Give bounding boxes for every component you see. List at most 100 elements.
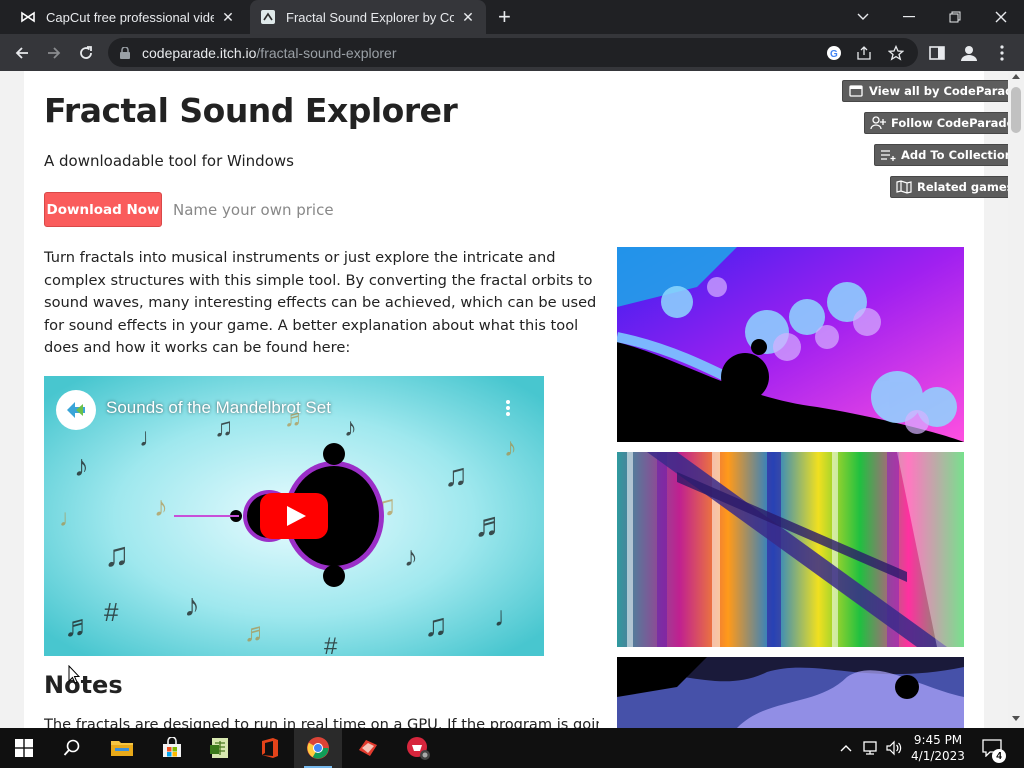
related-games-button[interactable]: Related games [890, 176, 1020, 198]
description-text: Turn fractals into musical instruments o… [44, 249, 597, 356]
restore-icon[interactable] [932, 0, 978, 34]
scroll-up-icon[interactable] [1012, 74, 1020, 79]
clock-date: 4/1/2023 [911, 749, 965, 763]
profile-icon[interactable] [957, 41, 981, 65]
svg-text:♫: ♫ [424, 607, 448, 643]
video-title[interactable]: Sounds of the Mandelbrot Set [106, 398, 331, 418]
lock-icon[interactable] [120, 46, 132, 59]
store-bag-icon [163, 737, 181, 757]
notes-text: The fractals are designed to run in real… [44, 716, 599, 728]
microsoft-store-button[interactable] [148, 728, 196, 768]
address-bar[interactable]: codeparade.itch.io/fractal-sound-explore… [108, 38, 918, 67]
system-clock[interactable]: 9:45 PM 4/1/2023 [906, 732, 970, 764]
tab-title: CapCut free professional video editor [46, 9, 214, 25]
price-label: Name your own price [173, 201, 334, 219]
side-panel-icon[interactable] [925, 41, 949, 65]
kebab-menu-icon[interactable] [990, 41, 1014, 65]
mouse-cursor-icon [68, 664, 81, 685]
notification-count-badge: 4 [992, 749, 1006, 763]
close-tab-icon[interactable]: ✕ [220, 9, 236, 26]
screenshot-2[interactable] [617, 452, 964, 647]
view-all-label: View all by CodeParade [869, 84, 1022, 98]
office-button[interactable] [246, 728, 294, 768]
svg-text:♪: ♪ [74, 450, 89, 483]
reload-icon[interactable] [72, 39, 100, 67]
capcut-app-button[interactable] [344, 728, 392, 768]
file-explorer-button[interactable] [98, 728, 146, 768]
playlist-add-icon [880, 148, 896, 162]
tab-strip: CapCut free professional video editor ✕ … [0, 0, 1024, 34]
page-viewport: Fractal Sound Explorer A downloadable to… [0, 71, 1024, 728]
recording-app-button[interactable] [394, 728, 442, 768]
search-icon [63, 739, 80, 756]
browser-toolbar: codeparade.itch.io/fractal-sound-explore… [0, 34, 1024, 71]
tab-title: Fractal Sound Explorer by CodeParade [286, 9, 454, 25]
svg-text:♪: ♪ [504, 432, 517, 462]
back-icon[interactable] [8, 39, 36, 67]
new-tab-icon[interactable]: + [498, 6, 511, 28]
page-scrollbar[interactable] [1008, 71, 1024, 728]
add-to-collection-button[interactable]: Add To Collection [874, 144, 1019, 166]
share-icon[interactable] [854, 43, 874, 63]
chrome-icon [307, 737, 329, 759]
scroll-down-icon[interactable] [1012, 716, 1020, 721]
svg-text:♬: ♬ [474, 506, 508, 544]
search-button[interactable] [48, 728, 96, 768]
screenshot-1[interactable] [617, 247, 964, 442]
page-right-gutter [984, 71, 1008, 728]
video-embed[interactable]: ♪ ♫ ♬ ♩ ♪ ♫ ♬ ♪ ♫ ♩ # # ♪ ♫ ♪ ♬ ♫ ♩ ♪ ♬ … [44, 376, 544, 656]
tab-capcut[interactable]: CapCut free professional video editor ✕ [10, 0, 246, 34]
svg-text:♪: ♪ [154, 491, 168, 522]
bookmark-star-icon[interactable] [886, 43, 906, 63]
svg-text:#: # [104, 597, 119, 627]
url-text: codeparade.itch.io/fractal-sound-explore… [142, 44, 397, 61]
tab-search-chevron-icon[interactable] [840, 0, 886, 34]
volume-icon[interactable] [884, 738, 904, 758]
play-icon[interactable] [260, 493, 328, 539]
related-games-label: Related games [917, 180, 1014, 194]
svg-text:♪: ♪ [184, 587, 200, 623]
video-menu-icon[interactable] [502, 398, 514, 418]
svg-text:♫: ♫ [104, 536, 130, 574]
folder-icon [111, 741, 133, 756]
notes-heading: Notes [44, 671, 123, 699]
channel-logo-icon[interactable] [56, 390, 96, 430]
svg-text:♩: ♩ [139, 422, 165, 452]
download-button[interactable]: Download Now [44, 192, 162, 227]
page-subtitle: A downloadable tool for Windows [44, 152, 294, 170]
recorder-icon [407, 737, 430, 760]
itchio-icon [260, 9, 276, 25]
clock-time: 9:45 PM [913, 733, 963, 747]
svg-text:♪: ♪ [404, 541, 418, 572]
excel-like-app-button[interactable] [196, 728, 244, 768]
capcut-app-icon [359, 740, 377, 756]
page-left-gutter [0, 71, 24, 728]
google-icon[interactable]: G [824, 43, 844, 63]
svg-text:♬: ♬ [244, 617, 270, 647]
follow-label: Follow CodeParade [891, 116, 1015, 130]
office-icon [262, 738, 278, 758]
spreadsheet-icon [210, 738, 228, 758]
minimize-icon[interactable] [886, 0, 932, 34]
chrome-button[interactable] [294, 728, 342, 768]
view-all-button[interactable]: View all by CodeParade [842, 80, 1024, 102]
page-title: Fractal Sound Explorer [44, 91, 458, 130]
svg-text:♪: ♪ [344, 412, 357, 442]
show-hidden-icons-chevron-icon[interactable] [836, 738, 856, 758]
capcut-icon [20, 9, 36, 25]
forward-icon[interactable] [40, 39, 68, 67]
svg-text:♫: ♫ [444, 457, 468, 493]
close-window-icon[interactable] [978, 0, 1024, 34]
svg-text:♩: ♩ [494, 601, 522, 632]
start-button[interactable] [0, 728, 48, 768]
scrollbar-thumb[interactable] [1011, 87, 1021, 133]
svg-text:♬: ♬ [64, 610, 94, 643]
windows-taskbar: 9:45 PM 4/1/2023 4 [0, 728, 1024, 768]
add-collection-label: Add To Collection [901, 148, 1013, 162]
screenshot-3[interactable] [617, 657, 964, 728]
close-tab-icon[interactable]: ✕ [460, 9, 476, 26]
follow-button[interactable]: Follow CodeParade [864, 112, 1021, 134]
network-icon[interactable] [861, 738, 881, 758]
tab-fractal-sound-explorer[interactable]: Fractal Sound Explorer by CodeParade ✕ [250, 0, 486, 34]
map-icon [896, 180, 912, 194]
